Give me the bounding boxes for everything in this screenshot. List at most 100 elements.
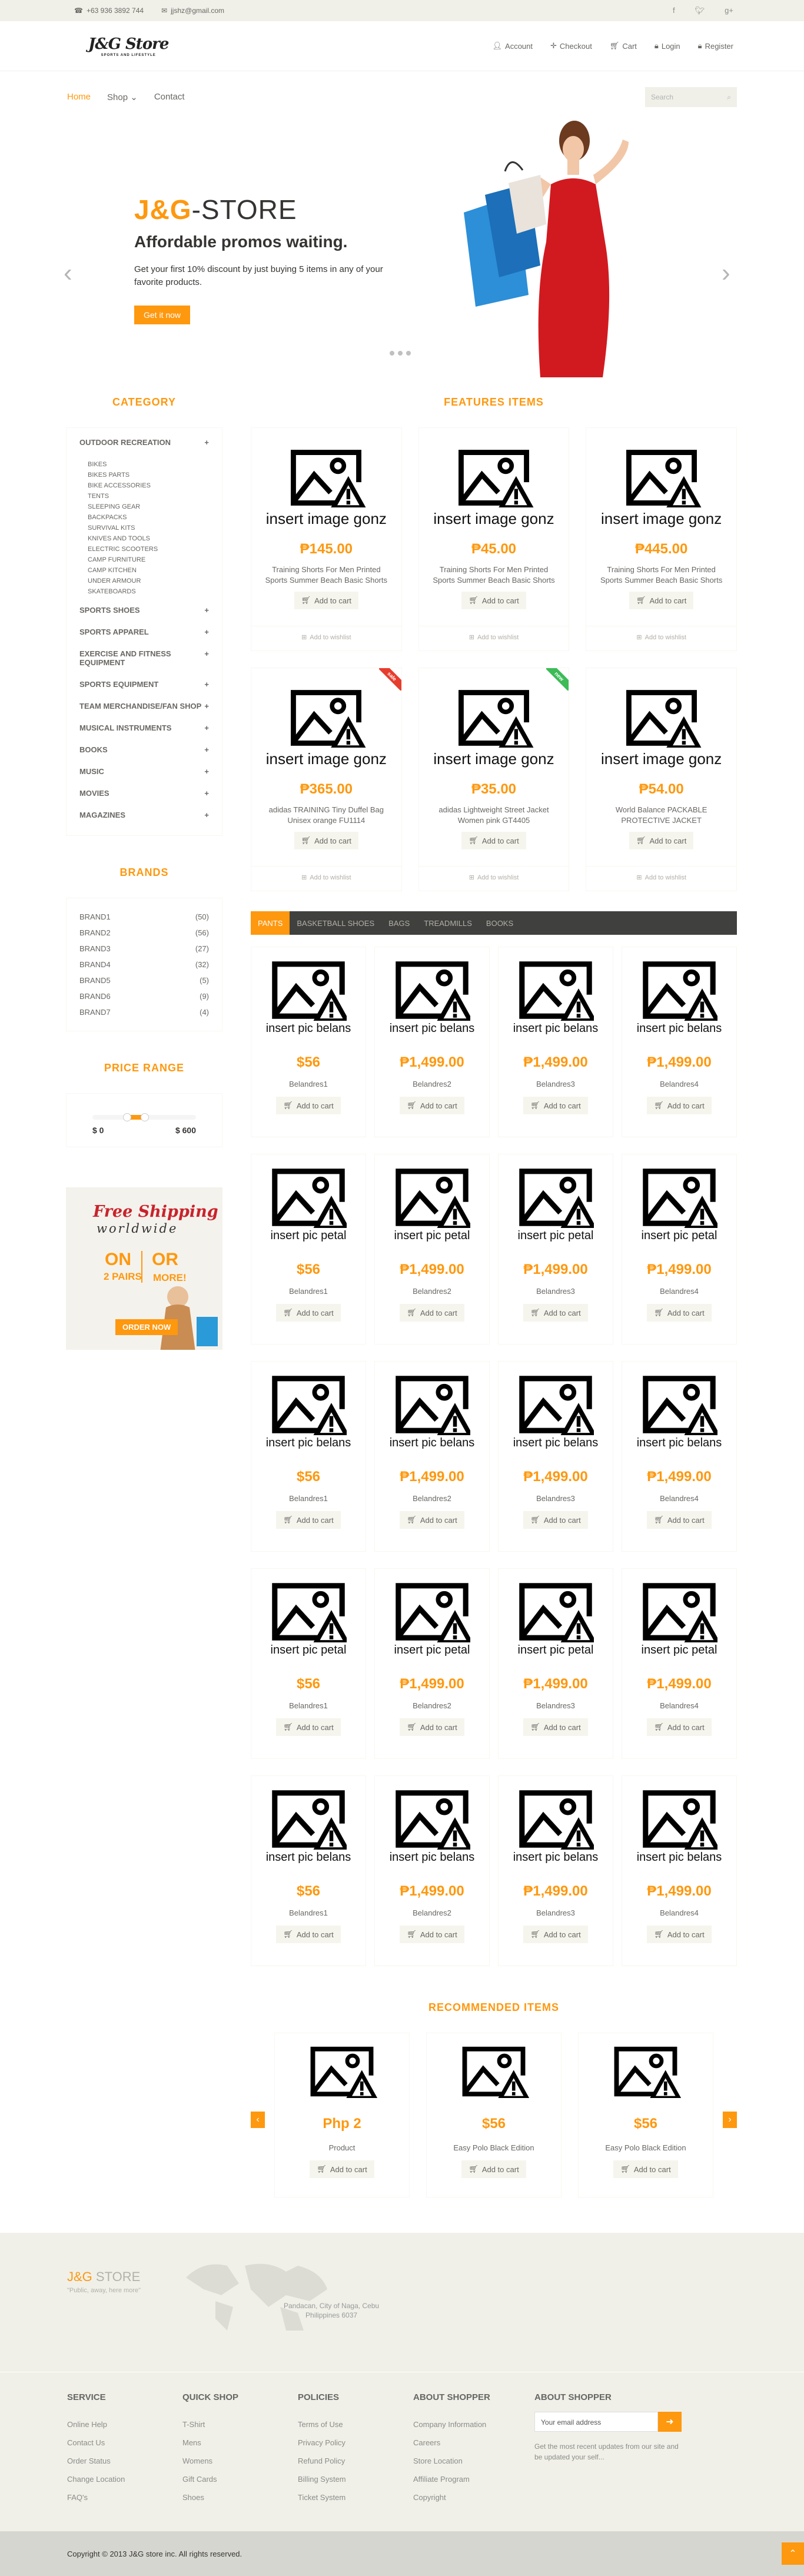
footer-link[interactable]: Shoes [182,2488,298,2507]
add-to-cart-button[interactable]: 🛒︎ Add to cart [461,2160,526,2178]
category-outdoor[interactable]: Outdoor Recreation + [79,431,209,453]
add-to-wishlist-link[interactable]: ⊞ Add to wishlist [586,626,736,648]
subcategory-item[interactable]: Bikes Parts [88,470,209,480]
add-to-cart-button[interactable]: 🛒︎ Add to cart [523,1926,588,1943]
recommended-prev-icon[interactable]: ‹ [251,2112,265,2128]
slider-prev-icon[interactable]: ‹ [64,258,72,288]
subcategory-item[interactable]: Bikes [88,459,209,470]
add-to-cart-button[interactable]: 🛒︎ Add to cart [647,1718,712,1736]
add-to-cart-button[interactable]: 🛒︎ Add to cart [400,1718,464,1736]
add-to-cart-button[interactable]: 🛒︎ Add to cart [276,1926,341,1943]
add-to-cart-button[interactable]: 🛒︎ Add to cart [400,1926,464,1943]
add-to-cart-button[interactable]: 🛒︎ Add to cart [276,1511,341,1529]
brand-item[interactable]: Brand1 (50) [79,909,209,925]
footer-link[interactable]: Contact Us [67,2434,182,2452]
add-to-cart-button[interactable]: 🛒︎ Add to cart [647,1511,712,1529]
brand-item[interactable]: Brand4 (32) [79,957,209,972]
add-to-cart-button[interactable]: 🛒︎ Add to cart [647,1097,712,1114]
search-input[interactable]: Search ⌕ [645,87,737,107]
add-to-cart-button[interactable]: 🛒︎ Add to cart [647,1926,712,1943]
footer-link[interactable]: Copyright [413,2488,529,2507]
footer-link[interactable]: Gift Cards [182,2470,298,2488]
subcategory-item[interactable]: Camp Furniture [88,555,209,565]
login-link[interactable]: 🔒︎ Login [655,41,680,51]
add-to-cart-button[interactable]: 🛒︎ Add to cart [523,1097,588,1114]
footer-link[interactable]: Store Location [413,2452,529,2470]
footer-link[interactable]: Order Status [67,2452,182,2470]
footer-link[interactable]: Mens [182,2434,298,2452]
add-to-wishlist-link[interactable]: ⊞ Add to wishlist [251,626,401,648]
add-to-cart-button[interactable]: 🛒︎ Add to cart [629,592,694,609]
tab-item[interactable]: Basketball Shoes [290,911,381,935]
order-now-button[interactable]: ORDER NOW [115,1319,178,1335]
subcategory-item[interactable]: Survival Kits [88,523,209,533]
footer-link[interactable]: Womens [182,2452,298,2470]
category-item[interactable]: Music + [79,761,209,782]
add-to-cart-button[interactable]: 🛒︎ Add to cart [461,832,526,849]
subcategory-item[interactable]: Tents [88,491,209,502]
category-item[interactable]: Sports Shoes + [79,599,209,621]
tab-item[interactable]: Books [479,911,520,935]
add-to-cart-button[interactable]: 🛒︎ Add to cart [276,1718,341,1736]
footer-link[interactable]: Privacy Policy [298,2434,413,2452]
subcategory-item[interactable]: Skateboards [88,586,209,597]
footer-link[interactable]: Change Location [67,2470,182,2488]
subcategory-item[interactable]: Electric Scooters [88,544,209,555]
add-to-wishlist-link[interactable]: ⊞ Add to wishlist [251,866,401,888]
tab-item[interactable]: Treadmills [417,911,479,935]
register-link[interactable]: 🔒︎ Register [698,41,733,51]
category-item[interactable]: Exercise and Fitness Equipment + [79,643,209,673]
free-shipping-banner[interactable]: Free Shipping worldwide ON 2 PAIRS OR MO… [66,1187,222,1350]
footer-link[interactable]: Billing System [298,2470,413,2488]
footer-link[interactable]: Ticket System [298,2488,413,2507]
logo[interactable]: J&G Store SPORTS AND LIFESTYLE [88,35,169,57]
nav-contact[interactable]: Contact [154,92,185,102]
footer-link[interactable]: Terms of Use [298,2415,413,2434]
footer-link[interactable]: Online Help [67,2415,182,2434]
add-to-cart-button[interactable]: 🛒︎ Add to cart [276,1304,341,1322]
category-item[interactable]: Team Merchandise/Fan Shop + [79,695,209,717]
add-to-cart-button[interactable]: 🛒︎ Add to cart [523,1718,588,1736]
category-item[interactable]: Books + [79,739,209,761]
subcategory-item[interactable]: Under Armour [88,576,209,586]
category-item[interactable]: Sports Apparel + [79,621,209,643]
slider-next-icon[interactable]: › [722,258,730,288]
add-to-cart-button[interactable]: 🛒︎ Add to cart [461,592,526,609]
add-to-cart-button[interactable]: 🛒︎ Add to cart [310,2160,374,2178]
footer-link[interactable]: Careers [413,2434,529,2452]
price-max-handle[interactable] [141,1113,149,1121]
add-to-wishlist-link[interactable]: ⊞ Add to wishlist [418,866,569,888]
category-item[interactable]: Magazines + [79,804,209,826]
add-to-wishlist-link[interactable]: ⊞ Add to wishlist [418,626,569,648]
subcategory-item[interactable]: Sleeping Gear [88,502,209,512]
add-to-cart-button[interactable]: 🛒︎ Add to cart [400,1097,464,1114]
footer-link[interactable]: Company Information [413,2415,529,2434]
footer-link[interactable]: T-Shirt [182,2415,298,2434]
footer-link[interactable]: Refund Policy [298,2452,413,2470]
recommended-next-icon[interactable]: › [723,2112,737,2128]
scroll-top-icon[interactable]: ⌃ [782,2542,804,2565]
get-it-now-button[interactable]: Get it now [134,306,191,324]
tab-item[interactable]: Bags [381,911,417,935]
category-item[interactable]: Sports Equipment + [79,673,209,695]
checkout-link[interactable]: ✛ Checkout [550,41,592,51]
price-min-handle[interactable] [123,1113,132,1121]
add-to-cart-button[interactable]: 🛒︎ Add to cart [294,832,359,849]
subscribe-email-input[interactable]: Your email address [534,2412,658,2432]
subcategory-item[interactable]: Camp Kitchen [88,565,209,576]
add-to-cart-button[interactable]: 🛒︎ Add to cart [400,1511,464,1529]
brand-item[interactable]: Brand2 (56) [79,925,209,941]
category-item[interactable]: Musical Instruments + [79,717,209,739]
tab-item[interactable]: Pants [251,911,290,935]
add-to-cart-button[interactable]: 🛒︎ Add to cart [400,1304,464,1322]
add-to-cart-button[interactable]: 🛒︎ Add to cart [613,2160,678,2178]
brand-item[interactable]: Brand3 (27) [79,941,209,957]
subcategory-item[interactable]: Bike Accessories [88,480,209,491]
google-plus-icon[interactable]: g+ [725,6,733,15]
account-link[interactable]: 👤︎ Account [493,41,533,51]
subscribe-arrow-icon[interactable]: ➜ [658,2412,682,2432]
nav-home[interactable]: Home [67,92,91,102]
add-to-cart-button[interactable]: 🛒︎ Add to cart [629,832,694,849]
add-to-wishlist-link[interactable]: ⊞ Add to wishlist [586,866,736,888]
footer-link[interactable]: Affiliate Program [413,2470,529,2488]
